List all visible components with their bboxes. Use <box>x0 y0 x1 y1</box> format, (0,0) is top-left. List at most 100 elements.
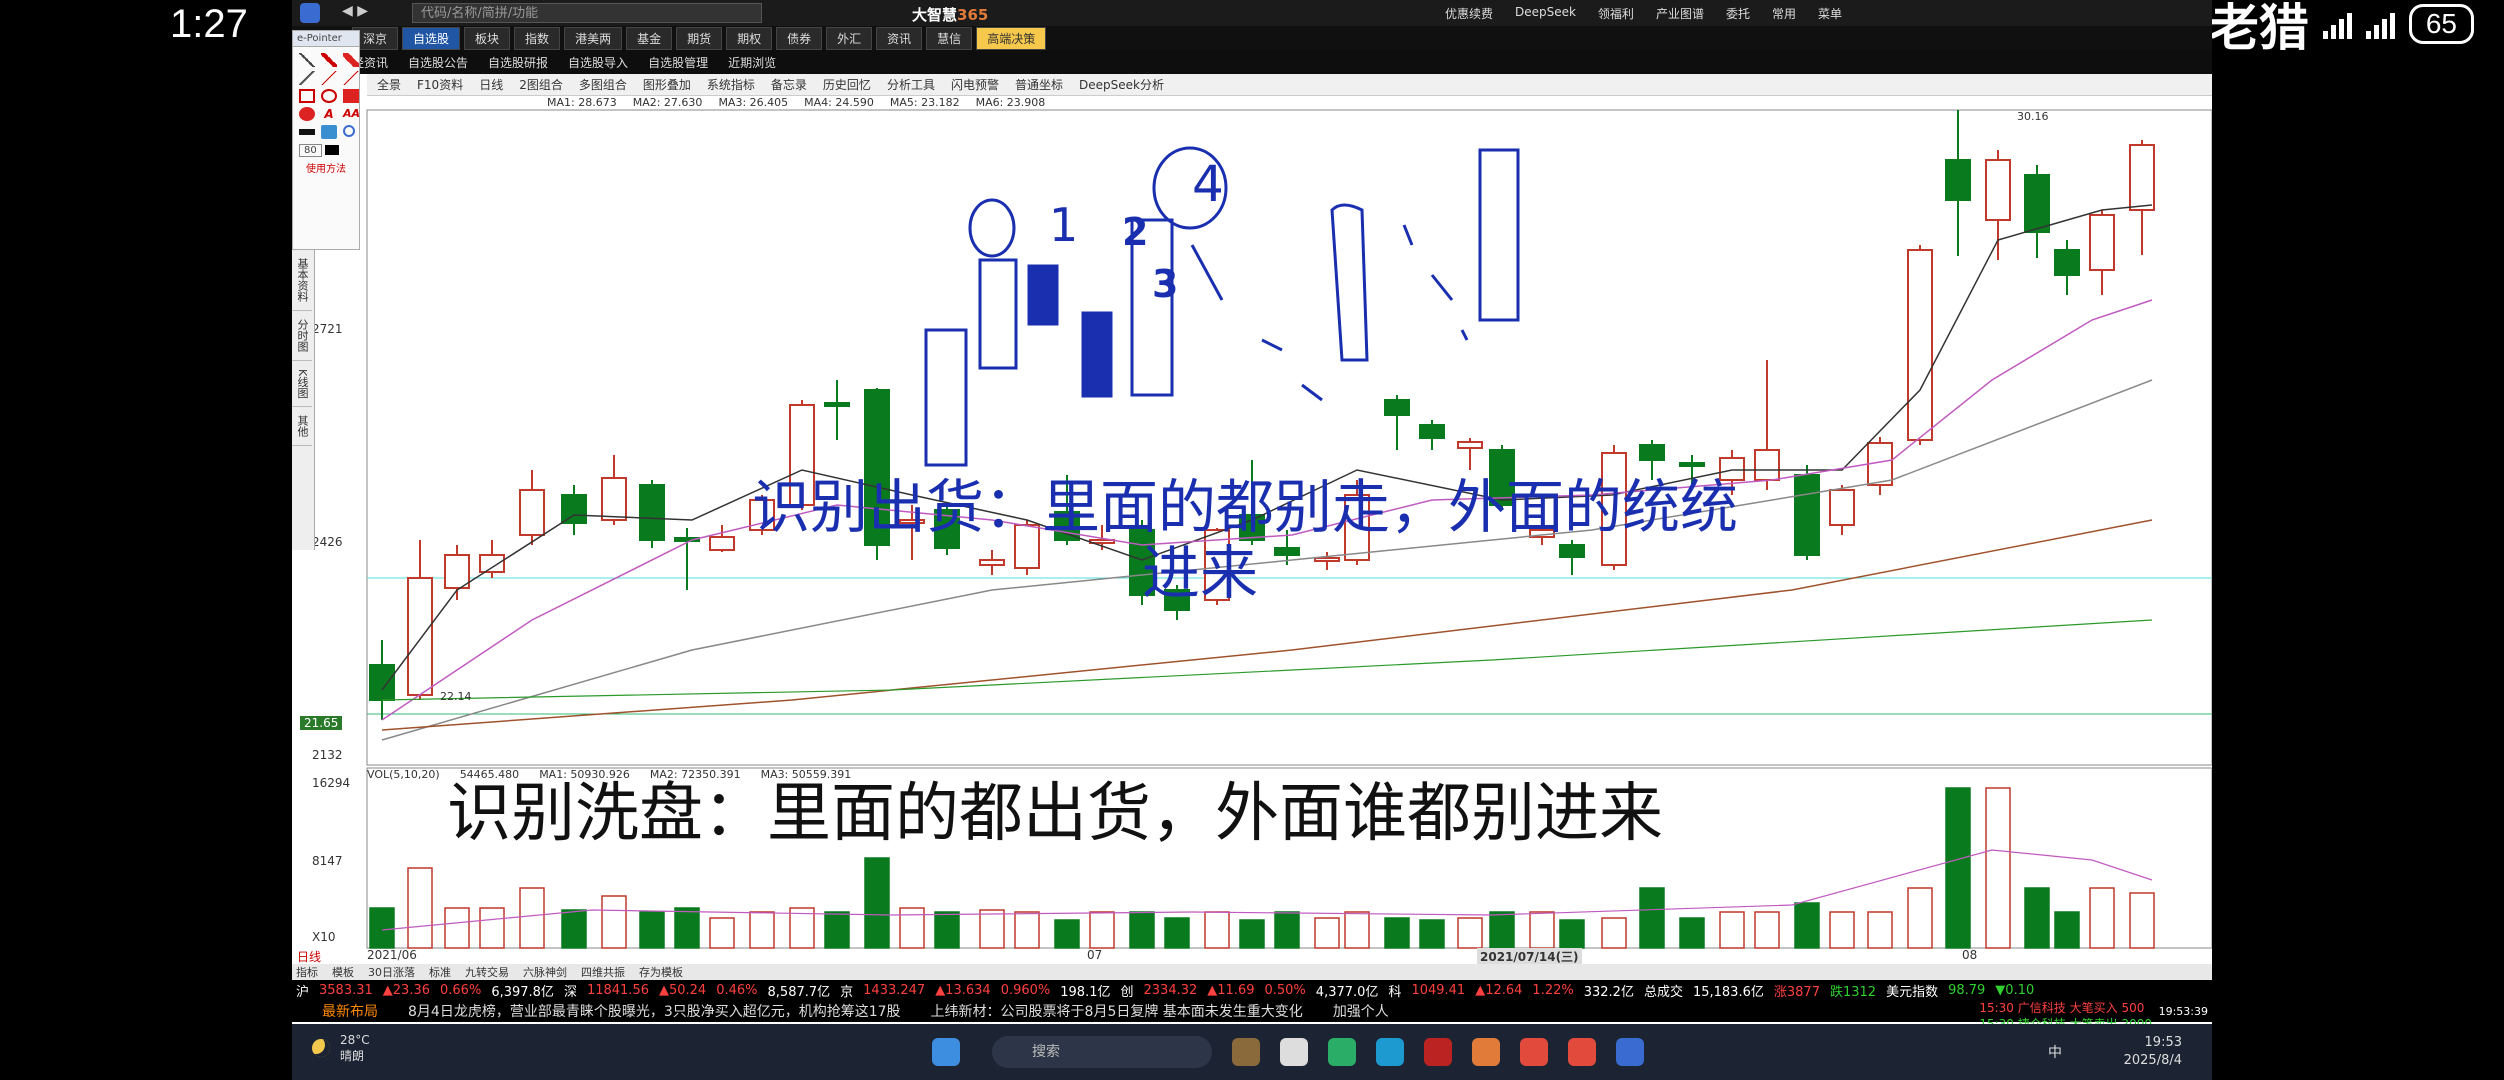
price-panel <box>366 109 2212 766</box>
app-fox-icon[interactable] <box>1472 1038 1500 1066</box>
ticker-item: 6,397.8亿 <box>491 984 554 1000</box>
vtab-other[interactable]: 其他 <box>292 407 312 447</box>
btab-sixpulse[interactable]: 六脉神剑 <box>523 964 567 980</box>
ellipse-icon[interactable] <box>321 89 337 103</box>
ticker-item: 11841.56 <box>586 982 649 998</box>
file-explorer-icon[interactable] <box>1280 1038 1308 1066</box>
annotation-1: 1 <box>1049 198 1079 252</box>
candle-body <box>709 536 735 551</box>
app-red-icon[interactable] <box>1424 1038 1452 1066</box>
candle-body <box>2129 144 2155 211</box>
windows-start-icon[interactable] <box>932 1038 960 1066</box>
candle-body <box>479 554 505 573</box>
ticker-item: 8,587.7亿 <box>767 984 831 1000</box>
btab-30day[interactable]: 30日涨落 <box>368 964 415 980</box>
taskbar-icons <box>932 1038 960 1066</box>
edge-icon[interactable] <box>1376 1038 1404 1066</box>
volume-bar <box>1089 911 1115 949</box>
annotation-4: 4 <box>1192 155 1224 213</box>
filled-ellipse-icon[interactable] <box>299 107 315 121</box>
vtab-kline[interactable]: K线图 <box>292 361 312 408</box>
vol-title: VOL(5,10,20) <box>367 768 440 781</box>
volume-bar <box>2054 911 2080 949</box>
volume-bar <box>1719 911 1745 949</box>
taskbar-search[interactable]: 搜索 <box>992 1036 1212 1068</box>
ticker-item: 2334.32 <box>1143 982 1198 998</box>
system-tray: 中 <box>2048 1045 2062 1061</box>
candle-body <box>601 477 627 521</box>
candle-body <box>1384 399 1410 416</box>
indicator-tabs: 指标 模板 30日涨落 标准 九转交易 六脉神剑 四维共振 存为模板 <box>292 964 2212 980</box>
candle-body <box>2054 249 2080 276</box>
highlighter-icon[interactable] <box>343 53 359 67</box>
ticker-item: 沪 <box>296 984 310 1000</box>
eraser-icon[interactable] <box>299 71 315 85</box>
candle-body <box>639 484 665 541</box>
black-bar-icon[interactable] <box>299 129 315 135</box>
taskbar-clock[interactable]: 19:53 2025/8/4 <box>2124 1034 2182 1070</box>
btab-fourdim[interactable]: 四维共振 <box>581 964 625 980</box>
volume-bar <box>1344 911 1370 949</box>
chrome2-icon[interactable] <box>1568 1038 1596 1066</box>
ink-box-2 <box>1027 264 1059 326</box>
taskbar-apps <box>1232 1038 1644 1066</box>
wechat-icon[interactable] <box>1328 1038 1356 1066</box>
news-item-3[interactable]: 加强个人 <box>1333 1001 1389 1021</box>
palette-usage-link[interactable]: 使用方法 <box>293 160 359 175</box>
btab-indicator[interactable]: 指标 <box>296 964 318 980</box>
volume-bar <box>1867 911 1893 949</box>
volume-bar <box>934 911 960 949</box>
candle-body <box>561 494 587 524</box>
volume-bar <box>1794 902 1820 949</box>
news-item-1[interactable]: 8月4日龙虎榜，营业部最青睐个股曝光，3只股净买入超亿元，机构抢筹这17股 <box>408 1001 901 1021</box>
btab-save[interactable]: 存为模板 <box>639 964 683 980</box>
x-left-label: 日线 <box>297 950 322 964</box>
y-label-2721: 2721 <box>312 322 343 336</box>
zoom-icon[interactable] <box>343 125 355 137</box>
vtab-basic[interactable]: 基本资料 <box>292 250 312 311</box>
volume-bar <box>1754 911 1780 949</box>
volume-bar <box>1014 911 1040 949</box>
btab-template[interactable]: 模板 <box>332 964 354 980</box>
weather-widget[interactable]: 28°C 晴朗 <box>312 1032 370 1064</box>
annotation-3: 3 <box>1152 262 1179 306</box>
volume-bar <box>1204 911 1230 949</box>
btab-ninturn[interactable]: 九转交易 <box>465 964 509 980</box>
ticker-item: 跌1312 <box>1829 984 1877 1000</box>
arrow-icon[interactable] <box>343 71 359 85</box>
ticker-item: ▲13.634 <box>935 982 991 998</box>
screen-icon[interactable] <box>321 125 337 139</box>
owl-app-icon[interactable] <box>1232 1038 1260 1066</box>
filled-rect-icon[interactable] <box>343 89 359 103</box>
left-vertical-tabs: 基本资料 分时图 K线图 其他 <box>292 250 315 550</box>
candle <box>1794 465 1820 560</box>
text-bold-icon[interactable]: AA <box>343 107 360 121</box>
rect-icon[interactable] <box>299 89 315 103</box>
volume-bar <box>1239 919 1265 949</box>
volume-bar <box>864 857 890 949</box>
ticker-item: 深 <box>563 984 577 1000</box>
annotation-2: 2 <box>1122 210 1149 254</box>
candle-body <box>1985 159 2011 221</box>
candle-body <box>1559 544 1585 558</box>
volume-bar <box>1054 919 1080 949</box>
ticker-item: ▲11.69 <box>1207 982 1255 998</box>
vol-y-unit: X10 <box>312 930 336 944</box>
ticker-item: 4,377.0亿 <box>1315 984 1379 1000</box>
dazhihui-icon[interactable] <box>1616 1038 1644 1066</box>
btab-standard[interactable]: 标准 <box>429 964 451 980</box>
chrome-icon[interactable] <box>1520 1038 1548 1066</box>
marker-icon[interactable] <box>321 53 337 67</box>
volume-bar <box>1985 787 2011 949</box>
palette-size[interactable]: 80 <box>293 144 359 157</box>
text-icon[interactable]: A <box>321 107 337 121</box>
news-item-2[interactable]: 上纬新材：公司股票将于8月5日复牌 基本面未发生重大变化 <box>931 1001 1303 1021</box>
ticker-item: 198.1亿 <box>1060 984 1111 1000</box>
epointer-palette[interactable]: e-Pointer A AA 80 使用方法 <box>292 30 360 250</box>
volume-bar <box>749 911 775 949</box>
vtab-timeshare[interactable]: 分时图 <box>292 311 312 361</box>
ticker-item: ▲50.24 <box>658 982 707 998</box>
pen-icon[interactable] <box>299 53 315 67</box>
line-icon[interactable] <box>321 71 337 85</box>
candle-body <box>444 554 470 589</box>
